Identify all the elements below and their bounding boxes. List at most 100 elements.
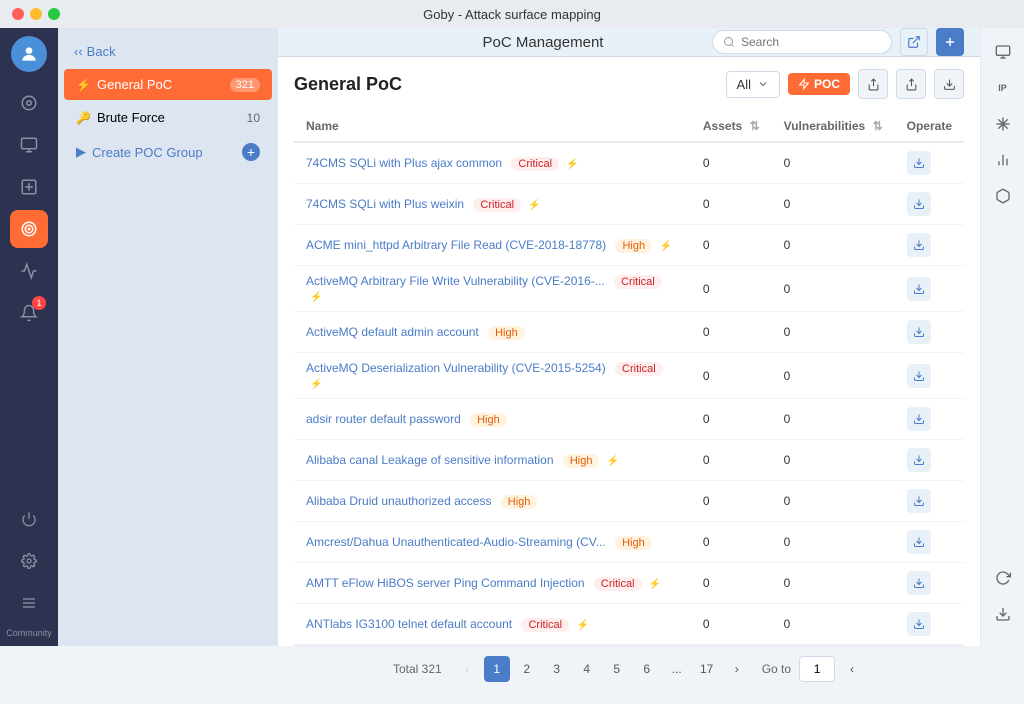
- row-name-cell: ACME mini_httpd Arbitrary File Read (CVE…: [294, 225, 691, 266]
- poc-name-link[interactable]: ActiveMQ Deserialization Vulnerability (…: [306, 361, 606, 375]
- row-vulnerabilities-cell: 0: [772, 440, 895, 481]
- poc-name-link[interactable]: ACME mini_httpd Arbitrary File Read (CVE…: [306, 238, 606, 252]
- page-6-button[interactable]: 6: [634, 656, 660, 682]
- sidebar-item-general-poc[interactable]: ⚡ General PoC 321: [64, 69, 272, 100]
- poc-name-link[interactable]: adsir router default password: [306, 412, 461, 426]
- operate-button[interactable]: [907, 192, 931, 216]
- share-button[interactable]: [858, 69, 888, 99]
- next-page-button[interactable]: ›: [724, 656, 750, 682]
- row-name-cell: ActiveMQ Arbitrary File Write Vulnerabil…: [294, 266, 691, 312]
- topbar-title: PoC Management: [483, 34, 604, 51]
- severity-badge: Critical: [615, 362, 663, 376]
- last-page-button[interactable]: 17: [694, 656, 720, 682]
- far-right-barchart-icon[interactable]: [987, 144, 1019, 176]
- poc-table-container: Name Assets ⇅ Vulnerabilities ⇅: [294, 111, 964, 645]
- far-right-screen-icon[interactable]: [987, 36, 1019, 68]
- col-name[interactable]: Name: [294, 111, 691, 142]
- search-box[interactable]: [712, 30, 892, 54]
- poc-name-link[interactable]: 74CMS SQLi with Plus weixin: [306, 197, 464, 211]
- search-input[interactable]: [741, 35, 881, 49]
- general-poc-icon: ⚡: [76, 78, 91, 92]
- far-right-refresh-icon[interactable]: [987, 562, 1019, 594]
- far-right-module-icon[interactable]: [987, 180, 1019, 212]
- row-operate-cell: [895, 266, 964, 312]
- poc-name-link[interactable]: AMTT eFlow HiBOS server Ping Command Inj…: [306, 576, 585, 590]
- export-button[interactable]: [900, 28, 928, 56]
- sidebar-item-chart[interactable]: [10, 252, 48, 290]
- poc-name-link[interactable]: Alibaba canal Leakage of sensitive infor…: [306, 453, 554, 467]
- far-right-ip-icon[interactable]: IP: [987, 72, 1019, 104]
- far-right-download-icon[interactable]: [987, 598, 1019, 630]
- add-group-button[interactable]: +: [242, 143, 260, 161]
- sidebar-item-target[interactable]: [10, 210, 48, 248]
- goto-prev-icon[interactable]: ‹: [839, 656, 865, 682]
- row-vulnerabilities-cell: 0: [772, 399, 895, 440]
- maximize-dot[interactable]: [48, 8, 60, 20]
- operate-button[interactable]: [907, 364, 931, 388]
- row-operate-cell: [895, 563, 964, 604]
- goto-input[interactable]: [799, 656, 835, 682]
- flash-icon: ⚡: [607, 456, 619, 467]
- page-2-button[interactable]: 2: [514, 656, 540, 682]
- poc-name-link[interactable]: Alibaba Druid unauthorized access: [306, 494, 491, 508]
- window-controls: [12, 8, 60, 20]
- poc-name-link[interactable]: ActiveMQ default admin account: [306, 325, 479, 339]
- poc-filter-badge[interactable]: POC: [788, 73, 850, 95]
- row-vulnerabilities-cell: 0: [772, 266, 895, 312]
- pagination: Total 321 ‹ 1 2 3 4 5 6 ... 17 › Go to ‹: [294, 645, 964, 692]
- back-chevron-icon: ‹‹: [74, 44, 83, 59]
- operate-button[interactable]: [907, 407, 931, 431]
- table-row: ActiveMQ Deserialization Vulnerability (…: [294, 353, 964, 399]
- sidebar-item-home[interactable]: [10, 84, 48, 122]
- operate-button[interactable]: [907, 489, 931, 513]
- prev-page-button[interactable]: ‹: [454, 656, 480, 682]
- operate-button[interactable]: [907, 320, 931, 344]
- row-name-cell: Amcrest/Dahua Unauthenticated-Audio-Stre…: [294, 522, 691, 563]
- page-3-button[interactable]: 3: [544, 656, 570, 682]
- settings-icon[interactable]: [10, 542, 48, 580]
- import-button[interactable]: [896, 69, 926, 99]
- operate-button[interactable]: [907, 233, 931, 257]
- row-assets-cell: 0: [691, 481, 772, 522]
- operate-button[interactable]: [907, 448, 931, 472]
- add-button[interactable]: [936, 28, 964, 56]
- avatar[interactable]: [11, 36, 47, 72]
- filter-dropdown[interactable]: All: [726, 71, 780, 98]
- poc-name-link[interactable]: ActiveMQ Arbitrary File Write Vulnerabil…: [306, 274, 605, 288]
- col-assets[interactable]: Assets ⇅: [691, 111, 772, 142]
- flash-icon: ⚡: [649, 579, 661, 590]
- content-area: General PoC All POC: [278, 57, 980, 704]
- sidebar-item-scan[interactable]: [10, 168, 48, 206]
- menu-icon[interactable]: [10, 584, 48, 622]
- close-dot[interactable]: [12, 8, 24, 20]
- poc-name-link[interactable]: 74CMS SQLi with Plus ajax common: [306, 156, 502, 170]
- operate-button[interactable]: [907, 277, 931, 301]
- operate-button[interactable]: [907, 612, 931, 636]
- minimize-dot[interactable]: [30, 8, 42, 20]
- page-5-button[interactable]: 5: [604, 656, 630, 682]
- row-name-cell: 74CMS SQLi with Plus weixin Critical ⚡: [294, 184, 691, 225]
- far-right-asterisk-icon[interactable]: [987, 108, 1019, 140]
- download-button[interactable]: [934, 69, 964, 99]
- page-4-button[interactable]: 4: [574, 656, 600, 682]
- operate-button[interactable]: [907, 151, 931, 175]
- poc-name-link[interactable]: Amcrest/Dahua Unauthenticated-Audio-Stre…: [306, 535, 606, 549]
- operate-button[interactable]: [907, 530, 931, 554]
- sidebar-item-brute-force[interactable]: 🔑 Brute Force 10: [64, 102, 272, 133]
- page-1-button[interactable]: 1: [484, 656, 510, 682]
- operate-button[interactable]: [907, 571, 931, 595]
- create-poc-group[interactable]: ▶ Create POC Group +: [64, 135, 272, 169]
- sidebar-item-monitor[interactable]: [10, 126, 48, 164]
- back-button[interactable]: ‹‹ Back: [58, 36, 278, 67]
- sidebar-item-notification[interactable]: 1: [10, 294, 48, 332]
- row-vulnerabilities-cell: 0: [772, 522, 895, 563]
- flash-icon: ⚡: [310, 379, 322, 390]
- community-label: Community: [6, 628, 52, 638]
- brute-force-count: 10: [247, 111, 260, 125]
- severity-badge: High: [488, 326, 525, 340]
- row-operate-cell: [895, 184, 964, 225]
- col-vulnerabilities[interactable]: Vulnerabilities ⇅: [772, 111, 895, 142]
- poc-name-link[interactable]: ANTlabs IG3100 telnet default account: [306, 617, 512, 631]
- content-header: General PoC All POC: [294, 69, 964, 99]
- power-icon[interactable]: [10, 500, 48, 538]
